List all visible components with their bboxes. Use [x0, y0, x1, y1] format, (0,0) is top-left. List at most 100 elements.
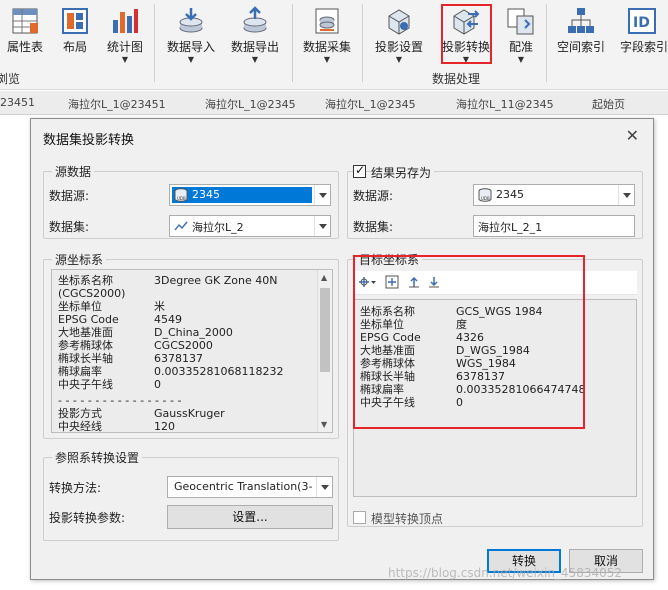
scrollbar-thumb[interactable]	[320, 288, 330, 372]
field-index-button[interactable]: ID 字段索引	[614, 2, 668, 64]
chart-label: 统计图	[106, 40, 143, 54]
result-datasource-value: 2345	[496, 188, 524, 201]
result-datasource-select[interactable]: UDB 2345	[473, 184, 635, 206]
chevron-down-icon[interactable]: ▼	[370, 55, 428, 64]
chevron-down-icon[interactable]	[314, 216, 330, 236]
data-collect-icon	[315, 8, 339, 34]
data-export-icon	[243, 6, 267, 33]
scroll-up-icon[interactable]: ▲	[321, 273, 327, 282]
projection-settings-button[interactable]: 投影设置 ▼	[370, 2, 428, 64]
scroll-down-icon[interactable]: ▼	[321, 420, 327, 429]
source-datasource-label: 数据源:	[49, 189, 90, 203]
chevron-down-icon[interactable]: ▼	[162, 55, 220, 64]
model-vertex-checkbox[interactable]	[353, 511, 366, 524]
attribute-table-label: 属性表	[6, 40, 43, 54]
data-export-button[interactable]: 数据导出 ▼	[226, 2, 284, 64]
ribbon-separator	[546, 4, 547, 82]
crs-row: 参考椭球体 CGCS2000	[58, 339, 213, 352]
crs-row: 椭球扁率 0.00335281068118232	[58, 365, 284, 378]
chart-button[interactable]: 统计图 ▼	[102, 2, 148, 64]
group-title-transform: 参照系转换设置	[52, 449, 143, 466]
line-dataset-icon	[174, 221, 188, 231]
layout-button[interactable]: 布局	[56, 2, 94, 64]
doc-tab[interactable]: 23451	[0, 96, 35, 109]
chevron-down-icon[interactable]	[314, 185, 330, 205]
doc-tab[interactable]: 海拉尔L_1@2345	[205, 96, 296, 112]
chevron-down-icon[interactable]	[316, 477, 332, 497]
crs-row: 椭球长半轴 6378137	[58, 352, 203, 365]
data-import-icon	[179, 8, 203, 33]
data-import-label: 数据导入	[166, 40, 215, 54]
transform-params-label: 投影转换参数:	[49, 511, 126, 525]
spatial-index-button[interactable]: 空间索引	[552, 2, 610, 64]
transform-method-select[interactable]: Geocentric Translation(3-p	[167, 476, 333, 498]
result-datasource-label: 数据源:	[353, 189, 394, 203]
dialog-title: 数据集投影转换	[43, 133, 135, 148]
source-datasource-select[interactable]: UDB 2345	[169, 184, 331, 206]
projection-settings-label: 投影设置	[374, 40, 423, 54]
document-tabs: 23451 海拉尔L_1@23451 海拉尔L_1@2345 海拉尔L_1@23…	[0, 91, 668, 115]
source-crs-scrollbar[interactable]: ▲ ▼	[317, 270, 332, 432]
projection-settings-icon	[388, 9, 410, 35]
registration-label: 配准	[508, 40, 533, 54]
chevron-down-icon[interactable]: ▼	[226, 55, 284, 64]
doc-tab[interactable]: 海拉尔L_1@23451	[68, 96, 166, 112]
ribbon: 属性表 布局 统计图 ▼ 数据导入 ▼ 数据导出 ▼ 数据采集 ▼ 投影设置 ▼…	[0, 0, 668, 90]
registration-icon	[507, 8, 534, 35]
chevron-down-icon[interactable]: ▼	[298, 55, 356, 64]
crs-row: 中央经线 120	[58, 420, 175, 433]
save-as-checkbox[interactable]	[353, 163, 366, 178]
source-datasource-value: 2345	[192, 188, 220, 201]
layout-label: 布局	[62, 40, 87, 54]
attribute-table-icon	[12, 8, 38, 34]
field-index-icon: ID	[628, 8, 656, 34]
source-dataset-select[interactable]: 海拉尔L_2	[169, 215, 331, 237]
svg-text:UDB: UDB	[481, 196, 490, 201]
annotation-frame	[353, 255, 585, 429]
settings-button[interactable]: 设置...	[167, 505, 333, 529]
group-label-data-processing: 数据处理	[432, 72, 481, 86]
svg-text:ID: ID	[633, 15, 650, 31]
source-dataset-value: 海拉尔L_2	[192, 221, 244, 234]
transform-method-value: Geocentric Translation(3-p	[174, 480, 312, 493]
result-dataset-input[interactable]: 海拉尔L_2_1	[473, 215, 635, 237]
chevron-down-icon[interactable]	[618, 185, 634, 205]
layout-icon	[62, 8, 88, 34]
close-icon[interactable]: ✕	[626, 126, 639, 145]
crs-row: (CGCS2000)	[58, 287, 126, 300]
doc-tab[interactable]: 海拉尔L_11@2345	[456, 96, 554, 112]
crs-row: 中央子午线 0	[58, 378, 161, 391]
data-import-button[interactable]: 数据导入 ▼	[162, 2, 220, 64]
doc-tab[interactable]: 起始页	[592, 96, 625, 112]
chevron-down-icon[interactable]: ▼	[500, 55, 542, 64]
crs-row: 坐标单位米	[58, 300, 165, 313]
chart-icon	[113, 9, 138, 33]
highlight-frame	[441, 4, 492, 64]
crs-row: 大地基准面 D_China_2000	[58, 326, 233, 339]
group-label-browse: 浏览	[0, 72, 21, 86]
model-vertex-label: 模型转换顶点	[371, 512, 444, 526]
projection-transform-dialog: 数据集投影转换 ✕ 源数据 数据源: UDB 2345 数据集: 海拉尔L_2 …	[30, 118, 654, 580]
registration-button[interactable]: 配准 ▼	[500, 2, 542, 64]
field-index-label: 字段索引	[619, 40, 668, 54]
source-dataset-label: 数据集:	[49, 220, 90, 234]
attribute-table-button[interactable]: 属性表	[2, 2, 48, 64]
data-collect-label: 数据采集	[302, 40, 351, 54]
crs-row: 投影方式 GaussKruger	[58, 407, 225, 420]
data-collect-button[interactable]: 数据采集 ▼	[298, 2, 356, 64]
source-crs-info: 坐标系名称 3Degree GK Zone 40N (CGCS2000) 坐标单位…	[51, 269, 333, 433]
doc-tab[interactable]: 海拉尔L_1@2345	[325, 96, 416, 112]
crs-divider: - - - - - - - - - - - - - - - - -	[58, 394, 182, 407]
svg-text:UDB: UDB	[177, 196, 186, 201]
spatial-index-label: 空间索引	[556, 40, 605, 54]
group-title-source-crs: 源坐标系	[52, 251, 107, 268]
ribbon-separator	[292, 4, 293, 82]
spatial-index-icon	[568, 8, 594, 33]
group-title-source-data: 源数据	[52, 163, 95, 180]
ribbon-separator	[362, 4, 363, 82]
save-as-label: 结果另存为	[371, 164, 435, 181]
watermark: https://blog.csdn.net/weixin_45834052	[388, 566, 623, 580]
database-icon: UDB	[478, 188, 492, 202]
chevron-down-icon[interactable]: ▼	[102, 55, 148, 64]
data-export-label: 数据导出	[230, 40, 279, 54]
